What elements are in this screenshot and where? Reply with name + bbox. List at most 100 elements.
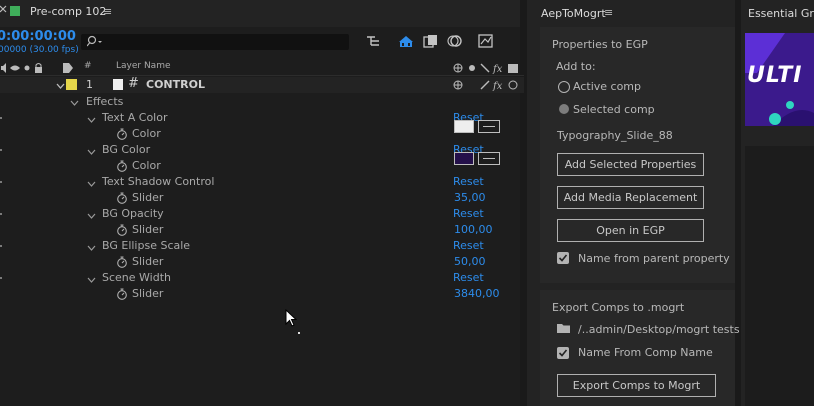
stopwatch-icon[interactable] (116, 192, 128, 207)
row-marker (0, 213, 2, 215)
effect-name[interactable]: BG Color (102, 143, 150, 156)
audio-visibility-switches-icon[interactable] (0, 62, 46, 77)
frame-blending-icon[interactable] (423, 34, 439, 51)
radio-selected-comp-label[interactable]: Selected comp (573, 103, 655, 116)
timecode-display[interactable]: 0:00:00:00 (0, 29, 76, 44)
hamburger-menu-icon[interactable]: ≡ (103, 5, 112, 18)
draft-3d-icon[interactable] (398, 34, 414, 51)
section-title-export: Export Comps to .mogrt (552, 301, 685, 314)
timeline-panel: Pre-comp 102 ≡ 0:00:00:00 00000 (30.00 f… (0, 0, 524, 406)
property-name: Color (132, 127, 161, 140)
folder-icon[interactable] (557, 323, 571, 337)
name-from-comp-label[interactable]: Name From Comp Name (578, 346, 713, 359)
name-from-parent-label[interactable]: Name from parent property (578, 252, 730, 265)
layer-switches-icons[interactable]: fx (452, 62, 524, 77)
row-marker (0, 181, 2, 183)
effect-name[interactable]: BG Ellipse Scale (102, 239, 190, 252)
effect-chevron-icon[interactable] (87, 210, 96, 223)
layer-name[interactable]: CONTROL (146, 78, 205, 91)
egp-content-area (745, 146, 814, 406)
column-layer-name[interactable]: Layer Name (116, 61, 171, 71)
stopwatch-icon[interactable] (116, 160, 128, 175)
essential-graphics-panel: Essential Graph ULTI (741, 0, 814, 406)
expand-chevron-icon[interactable] (56, 80, 65, 93)
close-icon[interactable] (0, 4, 7, 14)
effect-name[interactable]: Text Shadow Control (102, 175, 214, 188)
slider-value[interactable]: 35,00 (454, 191, 486, 204)
layer-switch-icons[interactable]: fx (452, 79, 524, 94)
open-in-egp-button[interactable]: Open in EGP (557, 219, 704, 242)
effect-reset-link[interactable]: Reset (453, 175, 484, 188)
layer-column-header: # Layer Name fx (0, 61, 524, 76)
section-title-properties: Properties to EGP (552, 38, 648, 51)
add-media-replacement-button[interactable]: Add Media Replacement (557, 186, 704, 209)
radio-selected-comp[interactable] (559, 104, 569, 114)
export-folder-path[interactable]: /..admin/Desktop/mogrt tests (578, 323, 740, 336)
aeptomogrt-panel: AepToMogrt ≡ Properties to EGP Add to: A… (527, 0, 740, 406)
stray-dot (298, 332, 300, 334)
composition-mini-flowchart-icon[interactable] (366, 34, 382, 51)
slider-value[interactable]: 3840,00 (454, 287, 500, 300)
radio-active-comp-label[interactable]: Active comp (573, 80, 641, 93)
eyedropper-icon[interactable] (478, 152, 500, 165)
row-marker (0, 277, 2, 279)
layer-label-color-icon[interactable] (66, 79, 77, 90)
effect-reset-link[interactable]: Reset (453, 239, 484, 252)
property-name: Color (132, 159, 161, 172)
effect-chevron-icon[interactable] (87, 114, 96, 127)
row-marker (0, 245, 2, 247)
column-hash: # (84, 61, 92, 71)
eyedropper-icon[interactable] (478, 120, 500, 133)
effect-chevron-icon[interactable] (87, 274, 96, 287)
layer-number: 1 (86, 78, 93, 91)
comp-tab-title[interactable]: Pre-comp 102 (30, 5, 106, 18)
effects-chevron-icon[interactable] (70, 97, 79, 110)
color-swatch[interactable] (454, 120, 474, 133)
stopwatch-icon[interactable] (116, 256, 128, 271)
effect-reset-link[interactable]: Reset (453, 271, 484, 284)
hamburger-menu-icon[interactable]: ≡ (604, 6, 613, 19)
search-icon (86, 35, 105, 50)
row-marker (0, 117, 2, 119)
frame-rate-readout: 00000 (30.00 fps) (0, 45, 79, 55)
slider-value[interactable]: 100,00 (454, 223, 493, 236)
effect-name[interactable]: Text A Color (102, 111, 167, 124)
effect-reset-link[interactable]: Reset (453, 207, 484, 220)
svg-text:fx: fx (492, 81, 503, 91)
label-tag-icon[interactable] (62, 62, 74, 77)
stopwatch-icon[interactable] (116, 288, 128, 303)
effect-chevron-icon[interactable] (87, 146, 96, 159)
comp-label-color-icon (10, 6, 20, 16)
aep-panel-title[interactable]: AepToMogrt (541, 7, 606, 20)
egp-panel-title[interactable]: Essential Graph (748, 7, 814, 20)
motion-blur-icon[interactable] (447, 34, 463, 51)
property-name: Slider (132, 255, 164, 268)
export-comps-button[interactable]: Export Comps to Mogrt (557, 374, 716, 397)
effect-chevron-icon[interactable] (87, 242, 96, 255)
stopwatch-icon[interactable] (116, 128, 128, 143)
effects-group-label[interactable]: Effects (86, 95, 123, 108)
property-name: Slider (132, 223, 164, 236)
effect-name[interactable]: Scene Width (102, 271, 171, 284)
effect-chevron-icon[interactable] (87, 178, 96, 191)
template-thumbnail[interactable]: ULTI (745, 33, 814, 126)
add-to-label: Add to: (556, 60, 596, 73)
mouse-cursor-icon (285, 308, 298, 330)
slider-value[interactable]: 50,00 (454, 255, 486, 268)
name-from-parent-checkbox[interactable] (557, 252, 569, 264)
stopwatch-icon[interactable] (116, 224, 128, 239)
timeline-tab-bar: Pre-comp 102 ≡ (0, 0, 520, 27)
row-marker (0, 149, 2, 151)
layer-search-input[interactable] (81, 34, 349, 50)
effect-name[interactable]: BG Opacity (102, 207, 164, 220)
radio-active-comp[interactable] (558, 81, 570, 93)
add-selected-properties-button[interactable]: Add Selected Properties (557, 153, 704, 176)
graph-editor-icon[interactable] (478, 33, 494, 51)
layer-type-hash: # (128, 76, 139, 91)
layer-source-swatch-icon (113, 79, 123, 90)
layer-row[interactable]: 1 # CONTROL fx (0, 76, 524, 94)
color-swatch[interactable] (454, 152, 474, 165)
property-name: Slider (132, 191, 164, 204)
target-comp-name: Typography_Slide_88 (557, 129, 673, 142)
name-from-comp-checkbox[interactable] (557, 347, 569, 359)
